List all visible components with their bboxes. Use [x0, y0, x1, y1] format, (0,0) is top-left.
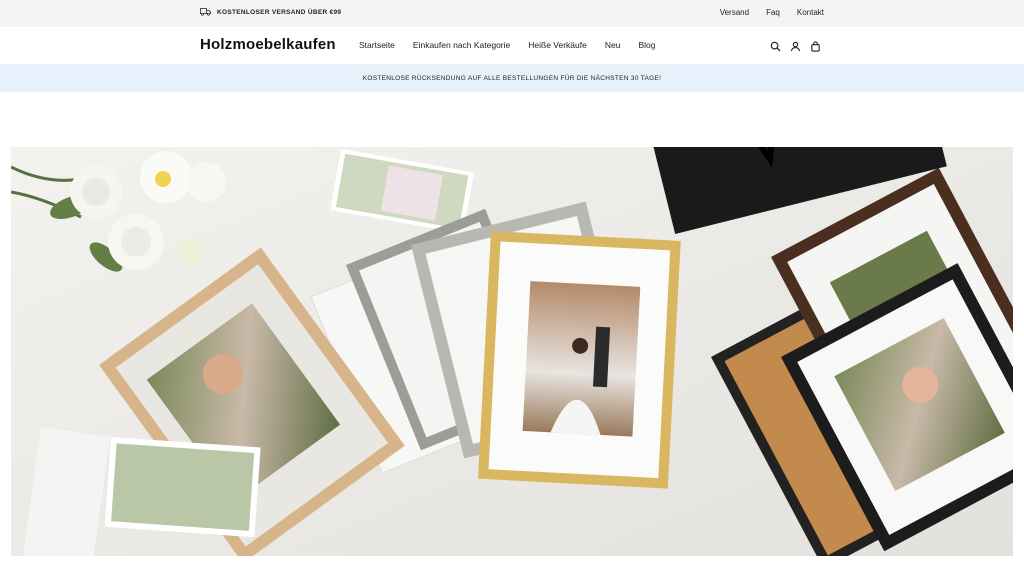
nav-blog[interactable]: Blog [638, 40, 655, 50]
nav-startseite[interactable]: Startseite [359, 40, 395, 50]
nav-neu[interactable]: Neu [605, 40, 621, 50]
top-bar: KOSTENLOSER VERSAND ÜBER €99 Versand Faq… [0, 0, 1024, 27]
picture-frames-illustration [11, 147, 1013, 556]
main-nav: Startseite Einkaufen nach Kategorie Heiß… [359, 40, 655, 50]
header-actions [770, 39, 821, 52]
site-header: Holzmoebelkaufen Startseite Einkaufen na… [0, 27, 1024, 65]
shipping-promo: KOSTENLOSER VERSAND ÜBER €99 [200, 7, 341, 18]
truck-icon [200, 7, 211, 18]
versand-link[interactable]: Versand [720, 8, 749, 17]
announcement-text: KOSTENLOSE RÜCKSENDUNG AUF ALLE BESTELLU… [362, 75, 662, 82]
search-icon[interactable] [770, 39, 781, 52]
utility-links: Versand Faq Kontakt [720, 8, 824, 17]
user-icon[interactable] [790, 39, 801, 52]
hero-banner-image[interactable] [11, 147, 1013, 556]
nav-einkaufen-nach-kategorie[interactable]: Einkaufen nach Kategorie [413, 40, 510, 50]
announcement-bar: KOSTENLOSE RÜCKSENDUNG AUF ALLE BESTELLU… [0, 65, 1024, 92]
faq-link[interactable]: Faq [766, 8, 780, 17]
shipping-promo-text: KOSTENLOSER VERSAND ÜBER €99 [217, 9, 342, 16]
site-logo[interactable]: Holzmoebelkaufen [200, 36, 336, 53]
nav-heisse-verkaeufe[interactable]: Heiße Verkäufe [528, 40, 587, 50]
kontakt-link[interactable]: Kontakt [797, 8, 824, 17]
cart-icon[interactable] [810, 39, 821, 52]
